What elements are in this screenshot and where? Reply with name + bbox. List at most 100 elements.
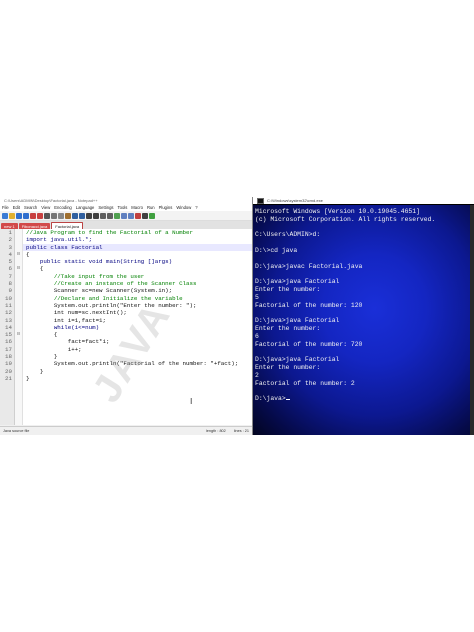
line-number: 6 xyxy=(8,265,12,273)
fold-toggle-icon[interactable]: ⊟ xyxy=(15,331,22,338)
menu-plugins[interactable]: Plugins xyxy=(159,204,173,211)
status-length: length : 802 xyxy=(205,429,226,433)
replace-icon[interactable] xyxy=(93,212,99,219)
paste-icon[interactable] xyxy=(65,212,71,219)
line-number: 20 xyxy=(5,367,12,375)
open-file-icon[interactable] xyxy=(9,212,15,219)
line-number: 16 xyxy=(5,338,12,346)
line-number: 13 xyxy=(5,316,12,324)
line-number: 14 xyxy=(5,323,12,331)
menu-tools[interactable]: Tools xyxy=(118,204,128,211)
console-line: Factorial of the number: 720 xyxy=(255,340,363,348)
cmd-title-bar: C:\Windows\system32\cmd.exe xyxy=(253,197,474,204)
code-line: { xyxy=(26,265,44,273)
line-number: 4 xyxy=(8,250,12,258)
fold-marker xyxy=(15,273,22,280)
code-line: { xyxy=(26,250,30,258)
menu-encoding[interactable]: Encoding xyxy=(54,204,71,211)
zoom-out-icon[interactable] xyxy=(107,212,113,219)
new-file-icon[interactable] xyxy=(2,212,8,219)
status-right: length : 802 lines : 21 xyxy=(206,427,249,435)
console-line: (c) Microsoft Corporation. All rights re… xyxy=(255,215,436,223)
console-line: 6 xyxy=(255,332,259,340)
cmd-scrollbar[interactable] xyxy=(470,205,474,435)
console-line: D:\java>java Factorial xyxy=(255,278,340,286)
console-line: D:\java>javac Factorial.java xyxy=(255,262,363,270)
undo-icon[interactable] xyxy=(72,212,78,219)
cmd-window: C:\Windows\system32\cmd.exe Microsoft Wi… xyxy=(253,197,474,435)
status-bar: Java source file length : 802 lines : 21 xyxy=(0,426,252,435)
console-line: 5 xyxy=(255,293,259,301)
console-line: D:\java>java Factorial xyxy=(255,356,340,364)
line-number: 18 xyxy=(5,353,12,361)
line-number: 1 xyxy=(8,229,12,236)
sync-scroll-icon[interactable] xyxy=(114,212,120,219)
menu-language[interactable]: Language xyxy=(76,204,95,211)
line-number: 7 xyxy=(8,272,12,280)
menu-file[interactable]: File xyxy=(2,204,9,211)
fold-toggle-icon[interactable]: ⊟ xyxy=(15,251,22,258)
console-line: Enter the number: xyxy=(255,285,321,293)
console-output[interactable]: Microsoft Windows [Version 10.0.19045.46… xyxy=(253,205,474,435)
mouse-ibeam-cursor-icon: I xyxy=(190,397,193,406)
find-icon[interactable] xyxy=(86,212,92,219)
console-line: D:\java>java Factorial xyxy=(255,317,340,325)
fold-marker xyxy=(15,295,22,302)
console-line: Factorial of the number: 120 xyxy=(255,301,363,309)
menu-run[interactable]: Run xyxy=(147,204,155,211)
stop-macro-icon[interactable] xyxy=(142,212,148,219)
cut-icon[interactable] xyxy=(51,212,57,219)
code-line: Scanner sc=new Scanner(System.in); xyxy=(26,287,173,295)
zoom-in-icon[interactable] xyxy=(100,212,106,219)
menu-bar: File Edit Search View Encoding Language … xyxy=(0,204,252,211)
menu-window[interactable]: Window xyxy=(176,204,191,211)
fold-marker xyxy=(15,353,22,360)
line-number: 10 xyxy=(5,294,12,302)
fold-margin: ⊟ ⊟ ⊟ xyxy=(15,229,23,425)
fold-marker xyxy=(15,229,22,236)
redo-icon[interactable] xyxy=(79,212,85,219)
fold-marker xyxy=(15,302,22,309)
menu-settings[interactable]: Settings xyxy=(98,204,113,211)
fold-marker xyxy=(15,287,22,294)
cmd-title: C:\Windows\system32\cmd.exe xyxy=(267,198,323,203)
menu-edit[interactable]: Edit xyxy=(13,204,20,211)
notepad-title-bar: C:\Users\ADMIN\Desktop\Factorial.java - … xyxy=(0,197,252,204)
copy-icon[interactable] xyxy=(58,212,64,219)
fold-marker xyxy=(15,317,22,324)
console-line: D:\>cd java xyxy=(255,246,298,254)
wrap-icon[interactable] xyxy=(121,212,127,219)
menu-macro[interactable]: Macro xyxy=(131,204,143,211)
menu-view[interactable]: View xyxy=(41,204,50,211)
console-line: C:\Users\ADMIN>d: xyxy=(255,231,321,239)
save-all-icon[interactable] xyxy=(23,212,29,219)
fold-marker xyxy=(15,309,22,316)
close-all-icon[interactable] xyxy=(37,212,43,219)
console-line: Factorial of the number: 2 xyxy=(255,379,355,387)
fold-marker xyxy=(15,338,22,345)
show-all-chars-icon[interactable] xyxy=(128,212,134,219)
menu-search[interactable]: Search xyxy=(24,204,37,211)
prompt-text: D:\java> xyxy=(255,395,286,403)
code-line: //Take input from the user xyxy=(26,272,145,280)
console-prompt[interactable]: D:\java> xyxy=(255,395,474,403)
save-icon[interactable] xyxy=(16,212,22,219)
line-number: 17 xyxy=(5,345,12,353)
record-macro-icon[interactable] xyxy=(135,212,141,219)
line-number: 3 xyxy=(8,243,12,251)
console-line: Enter the number: xyxy=(255,324,321,332)
play-macro-icon[interactable] xyxy=(149,212,155,219)
code-line: public static void main(String []args) xyxy=(26,258,173,266)
fold-marker xyxy=(15,236,22,243)
print-icon[interactable] xyxy=(44,212,50,219)
menu-help[interactable]: ? xyxy=(195,204,197,211)
fold-marker xyxy=(15,360,22,367)
fold-toggle-icon[interactable]: ⊟ xyxy=(15,265,22,272)
close-icon[interactable] xyxy=(30,212,36,219)
fold-marker xyxy=(15,244,22,251)
